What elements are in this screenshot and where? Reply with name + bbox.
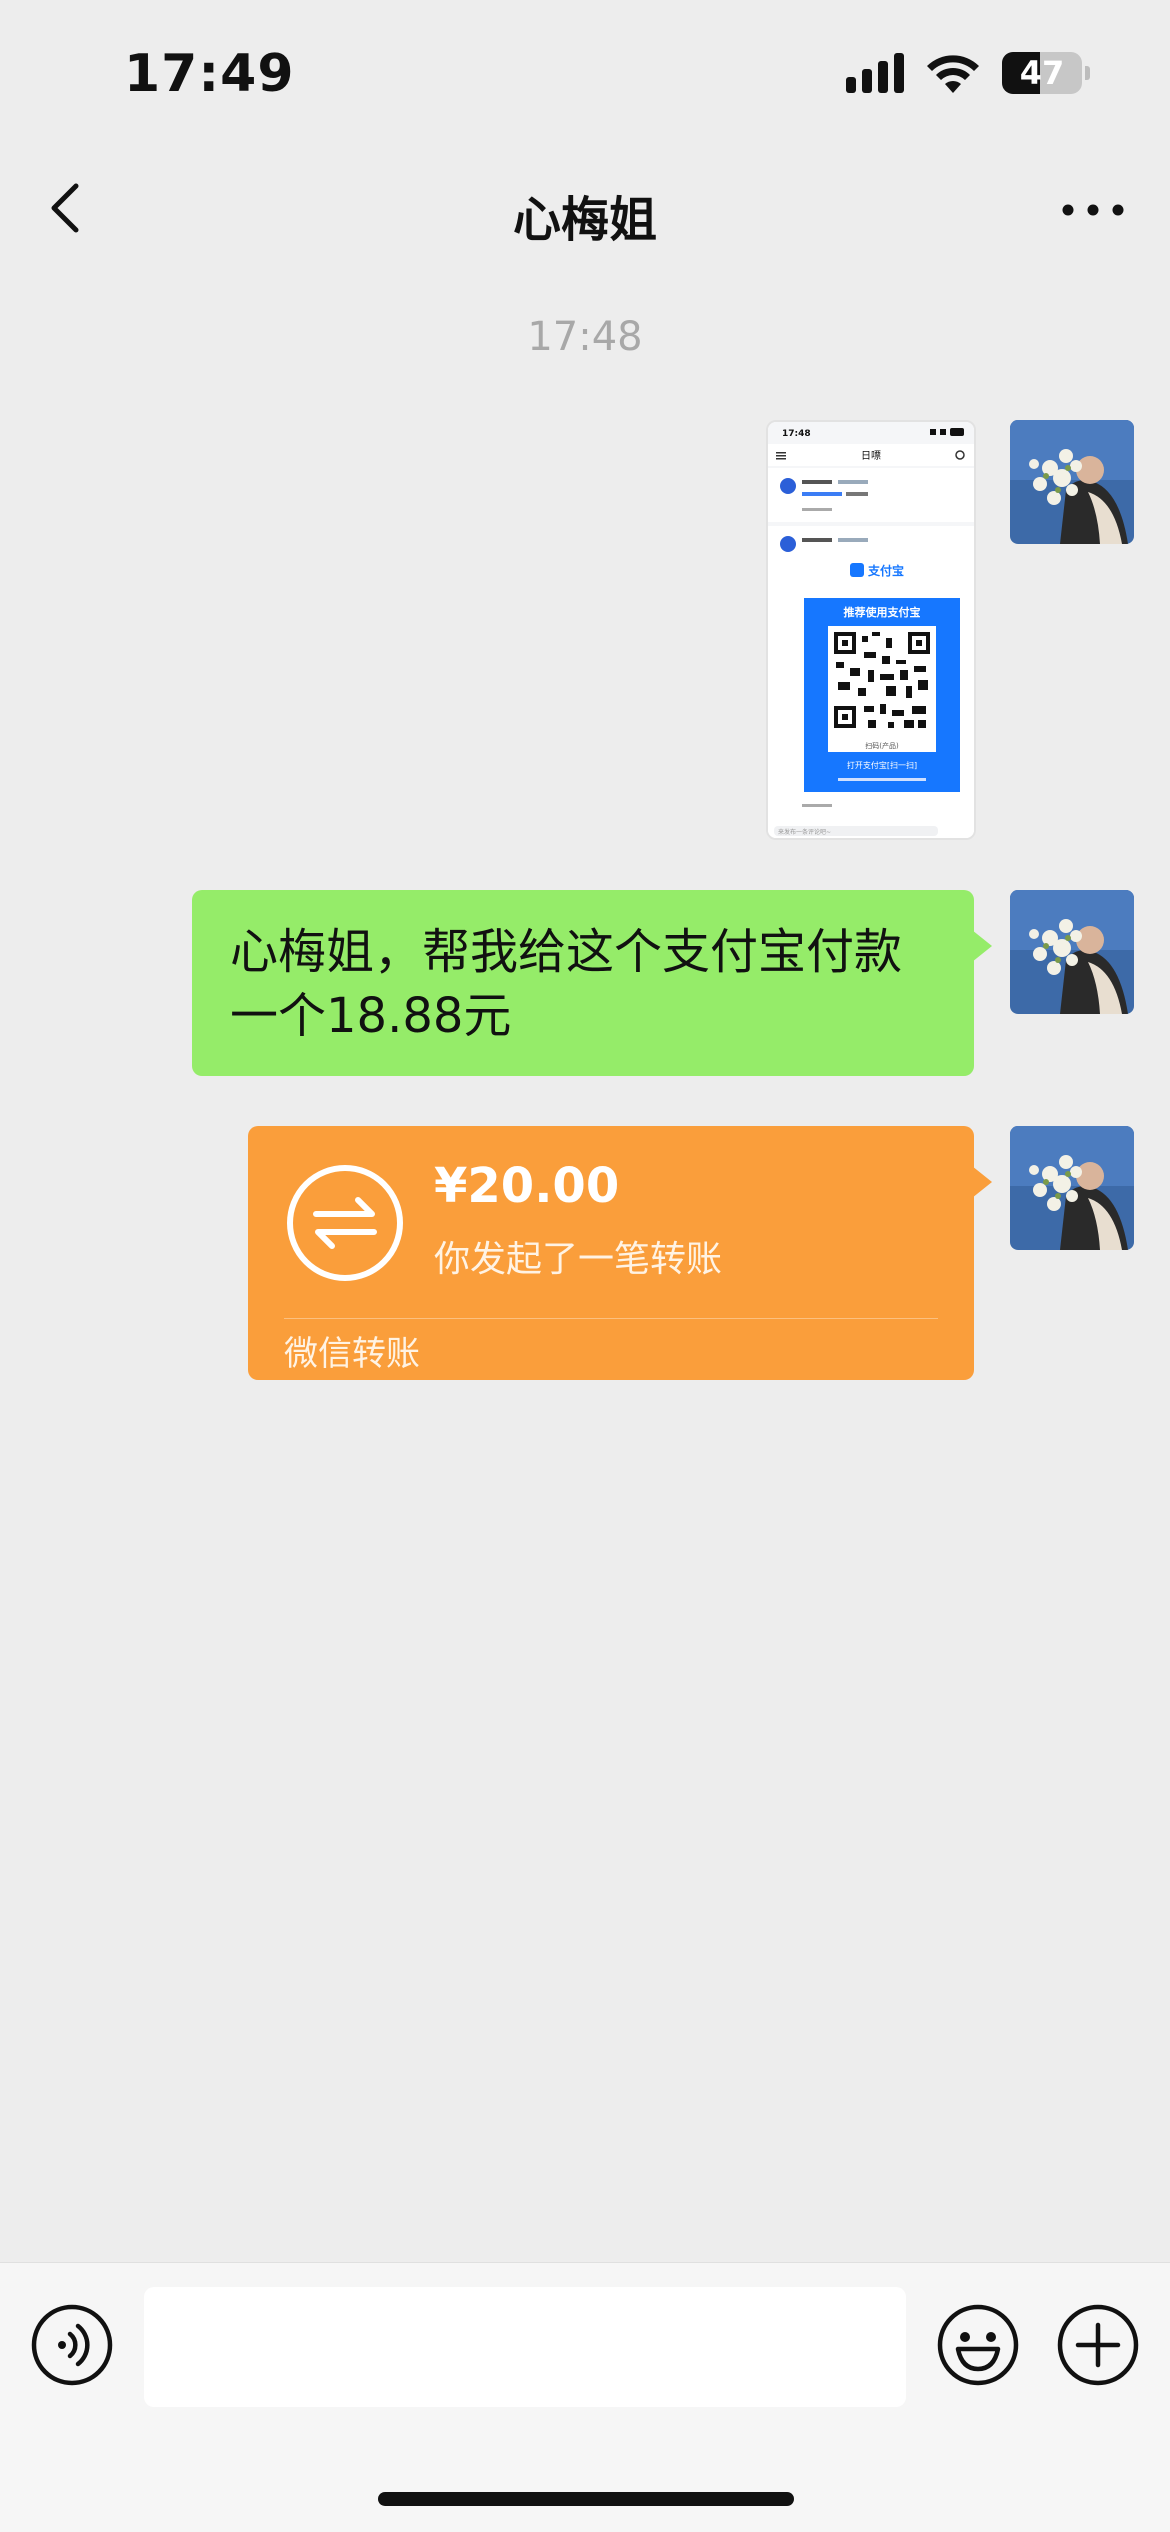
battery-icon: 47 bbox=[1002, 52, 1090, 94]
transfer-card[interactable]: ¥20.00 你发起了一笔转账 微信转账 bbox=[248, 1126, 992, 1380]
more-dots-icon bbox=[1062, 204, 1124, 216]
plus-icon bbox=[1057, 2304, 1139, 2386]
status-bar: 17:49 47 bbox=[0, 0, 1170, 150]
voice-button[interactable] bbox=[30, 2303, 114, 2387]
image-message[interactable]: 17:48 日嘌 支付宝 推荐使用支付宝 扫码(产品) 打开支付宝[扫一扫] 来… bbox=[766, 420, 976, 840]
chat-title: 心梅姐 bbox=[512, 192, 657, 248]
voice-icon bbox=[31, 2304, 113, 2386]
avatar[interactable] bbox=[1010, 420, 1134, 544]
message-timestamp: 17:48 bbox=[527, 314, 643, 360]
transfer-description: 你发起了一笔转账 bbox=[434, 1239, 723, 1280]
screenshot-comment-placeholder: 来发布一条评论吧~ bbox=[778, 828, 831, 836]
transfer-amount: ¥20.00 bbox=[434, 1158, 620, 1214]
status-icons: 47 bbox=[846, 52, 1090, 94]
plus-button[interactable] bbox=[1056, 2303, 1140, 2387]
emoji-icon bbox=[937, 2304, 1019, 2386]
emoji-button[interactable] bbox=[936, 2303, 1020, 2387]
screenshot-time: 17:48 bbox=[782, 429, 811, 439]
cellular-signal-icon bbox=[846, 53, 904, 93]
transfer-icon bbox=[287, 1165, 403, 1281]
avatar-image bbox=[1010, 890, 1134, 1014]
avatar-image bbox=[1010, 1126, 1134, 1250]
status-time: 17:49 bbox=[124, 44, 295, 104]
qr-caption: 扫码(产品) bbox=[865, 741, 899, 750]
text-message-bubble[interactable]: 心梅姐，帮我给这个支付宝付款一个18.88元 bbox=[192, 890, 992, 1076]
avatar[interactable] bbox=[1010, 890, 1134, 1014]
more-button[interactable] bbox=[1058, 190, 1128, 230]
wifi-icon bbox=[927, 55, 979, 93]
battery-text: 47 bbox=[1019, 54, 1065, 92]
avatar-image bbox=[1010, 420, 1134, 544]
avatar[interactable] bbox=[1010, 1126, 1134, 1250]
screenshot-title: 日嘌 bbox=[861, 450, 881, 462]
alipay-banner: 推荐使用支付宝 bbox=[844, 605, 921, 619]
message-input[interactable] bbox=[144, 2287, 906, 2407]
battery-level: 47 bbox=[1002, 52, 1082, 94]
alipay-brand: 支付宝 bbox=[867, 563, 904, 578]
alipay-open-hint: 打开支付宝[扫一扫] bbox=[847, 760, 917, 770]
transfer-divider bbox=[284, 1318, 938, 1319]
nav-bar: 心梅姐 bbox=[0, 150, 1170, 270]
screenshot-thumbnail: 17:48 日嘌 支付宝 推荐使用支付宝 扫码(产品) 打开支付宝[扫一扫] 来… bbox=[768, 422, 974, 838]
transfer-footer: 微信转账 bbox=[284, 1334, 420, 1374]
home-indicator[interactable] bbox=[378, 2492, 794, 2506]
